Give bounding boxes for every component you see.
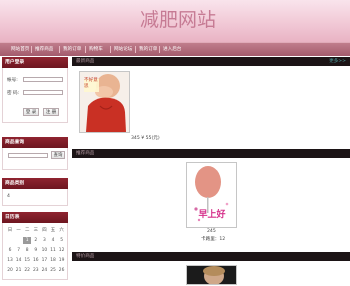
section-bar-special: 特价商品 xyxy=(72,252,350,261)
login-button[interactable]: 登 录 xyxy=(23,108,39,116)
calendar-panel: 日一二三四五六 1 2 3 4 5 6 7 8 9 10 11 12 13 14 15 16 17 18 19 20 21… xyxy=(2,223,68,280)
product-photo xyxy=(187,266,236,285)
section-bar-recommended: 推荐商品 xyxy=(72,149,350,158)
calendar-day[interactable]: 6 xyxy=(6,247,14,254)
calendar-weekday: 一 xyxy=(16,228,21,233)
calendar-day[interactable]: 22 xyxy=(23,267,31,274)
calendar-day[interactable]: 20 xyxy=(6,267,14,274)
calendar-day[interactable]: 18 xyxy=(49,257,57,264)
nav-separator xyxy=(59,46,60,53)
register-button[interactable]: 注 册 xyxy=(43,108,59,116)
calendar-weekday: 六 xyxy=(59,228,64,233)
calendar-today[interactable]: 1 xyxy=(23,237,32,244)
product-image-baby[interactable]: 不好意思 xyxy=(79,71,130,133)
nav-item-recommended[interactable]: 推荐商品 xyxy=(35,45,53,54)
calendar-day[interactable]: 12 xyxy=(58,247,66,254)
calendar-day[interactable]: 19 xyxy=(58,257,66,264)
calendar-day[interactable]: 8 xyxy=(23,247,31,254)
username-input[interactable] xyxy=(23,77,63,82)
calendar-day[interactable]: 16 xyxy=(32,257,40,264)
category-panel: 4 xyxy=(2,189,68,206)
login-panel: 帐号: 密 码: 登 录 注 册 xyxy=(2,68,68,123)
product-caption: 345 ¥ 55(元) xyxy=(131,136,160,141)
calendar-day[interactable]: 24 xyxy=(40,267,48,274)
calendar-day[interactable]: 4 xyxy=(49,237,57,244)
calendar-day[interactable]: 5 xyxy=(58,237,66,244)
calendar-day[interactable]: 14 xyxy=(15,257,23,264)
section-title-recommended: 推荐商品 xyxy=(76,151,95,156)
calendar-day[interactable]: 3 xyxy=(40,237,48,244)
calendar-day[interactable]: 26 xyxy=(58,267,66,274)
product-badge: 早上好 xyxy=(198,210,226,220)
calendar-weekday: 五 xyxy=(50,228,56,233)
calendar-day[interactable]: 15 xyxy=(23,257,31,264)
calendar-day[interactable]: 21 xyxy=(15,267,23,274)
nav-separator xyxy=(135,46,136,53)
search-panel: 查询 xyxy=(2,148,68,170)
login-panel-title: 用户登录 xyxy=(2,57,68,68)
product-caption: 245 xyxy=(207,229,216,234)
category-panel-title: 商品类别 xyxy=(2,178,68,189)
calendar-day[interactable]: 2 xyxy=(32,237,40,244)
calendar-panel-title: 日历表 xyxy=(2,212,68,223)
calendar-day[interactable]: 7 xyxy=(15,247,23,254)
calendar-day[interactable]: 9 xyxy=(32,247,40,254)
calendar-day[interactable]: 11 xyxy=(49,247,57,254)
search-button[interactable]: 查询 xyxy=(51,151,65,159)
nav-separator xyxy=(110,46,111,53)
calendar-weekday: 三 xyxy=(33,228,38,233)
section-bar-latest: 最新商品 更多>> xyxy=(72,57,350,66)
password-label: 密 码: xyxy=(7,91,20,96)
section-title-latest: 最新商品 xyxy=(76,59,95,64)
product-caption: 卡路里：12 xyxy=(201,237,226,242)
calendar-day[interactable]: 23 xyxy=(32,267,40,274)
username-label: 帐号: xyxy=(7,78,18,83)
nav-item-orders[interactable]: 我的订单 xyxy=(63,45,81,54)
more-link[interactable]: 更多>> xyxy=(329,57,346,66)
search-panel-title: 商品查询 xyxy=(2,137,68,148)
nav-item-forum[interactable]: 网站论坛 xyxy=(114,45,132,54)
section-title-special: 特价商品 xyxy=(76,254,95,259)
nav-separator xyxy=(85,46,86,53)
product-badge: 不好意思 xyxy=(84,78,98,89)
calendar-day[interactable]: 25 xyxy=(49,267,57,274)
site-title: 减肥网站 xyxy=(139,9,216,31)
calendar-day[interactable]: 17 xyxy=(40,257,48,264)
category-count: 4 xyxy=(7,194,10,199)
nav-item-admin[interactable]: 进入后台 xyxy=(163,45,181,54)
nav-separator xyxy=(31,46,32,53)
product-image-lollipop[interactable]: 早上好 xyxy=(186,162,237,228)
calendar-day[interactable]: 10 xyxy=(40,247,48,254)
calendar-weekday: 二 xyxy=(24,228,30,233)
nav-item-my-orders[interactable]: 我的订单 xyxy=(139,45,157,54)
product-image[interactable] xyxy=(186,265,237,285)
calendar-weekday: 日 xyxy=(7,228,13,233)
main-nav: 网站首页 推荐商品 我的订单 购物车 网站论坛 我的订单 进入后台 xyxy=(0,42,350,56)
calendar-day[interactable]: 13 xyxy=(6,257,14,264)
nav-item-cart[interactable]: 购物车 xyxy=(89,45,103,54)
password-input[interactable] xyxy=(23,90,63,95)
nav-item-home[interactable]: 网站首页 xyxy=(11,45,29,54)
search-input[interactable] xyxy=(8,153,48,158)
nav-separator xyxy=(159,46,160,53)
site-header: 减肥网站 xyxy=(0,0,350,42)
calendar-weekday: 四 xyxy=(42,228,47,233)
